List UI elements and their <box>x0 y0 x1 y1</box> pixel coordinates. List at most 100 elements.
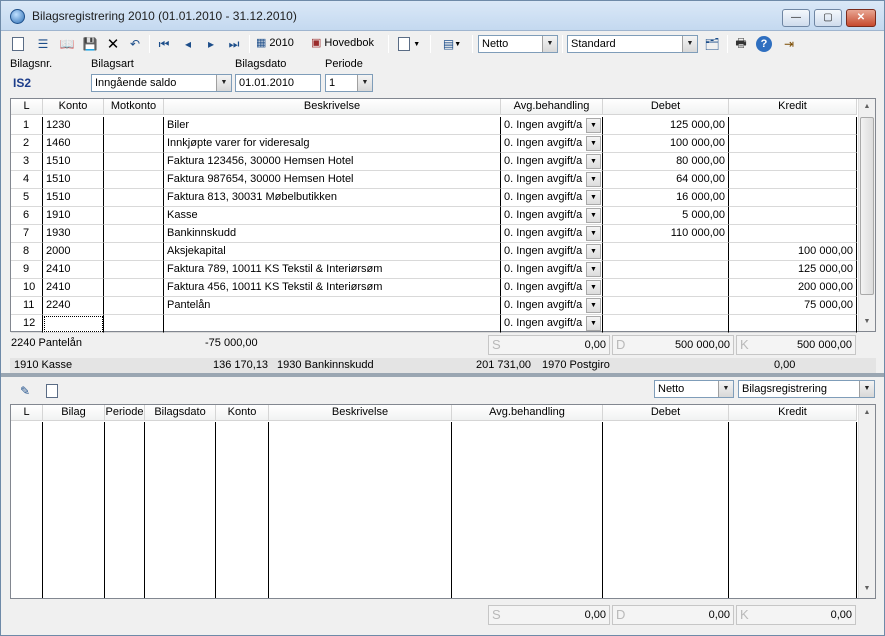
entry-cell-beskrivelse[interactable]: Pantelån <box>164 297 501 315</box>
entry-cell-debet[interactable] <box>603 243 729 261</box>
chevron-down-icon[interactable]: ▼ <box>586 118 601 133</box>
entry-cell-debet[interactable]: 100 000,00 <box>603 135 729 153</box>
entry-cell-konto[interactable]: 2410 <box>43 261 104 279</box>
folder-settings-icon[interactable]: 🗂 <box>702 35 722 53</box>
entry-cell-konto[interactable]: 2410 <box>43 279 104 297</box>
entry-cell-debet[interactable] <box>603 297 729 315</box>
entry-cell-avg[interactable]: 0. Ingen avgift/a ▼ <box>501 261 603 279</box>
entry-cell-motkonto[interactable] <box>104 279 164 297</box>
entry-cell-l[interactable]: 6 <box>11 207 43 225</box>
entry-cell-motkonto[interactable] <box>104 243 164 261</box>
entry-cell-avg[interactable]: 0. Ingen avgift/a ▼ <box>501 117 603 135</box>
layout-select[interactable]: Standard ▼ <box>567 35 698 53</box>
journal-column-header[interactable]: Beskrivelse <box>269 405 452 421</box>
entry-cell-kredit[interactable] <box>729 135 857 153</box>
entry-cell-l[interactable]: 4 <box>11 171 43 189</box>
entry-cell-konto[interactable]: 1510 <box>43 153 104 171</box>
save-icon[interactable]: 💾 <box>81 35 99 53</box>
chevron-down-icon[interactable]: ▼ <box>586 208 601 223</box>
entry-cell-konto[interactable]: 1510 <box>43 171 104 189</box>
entry-cell-motkonto[interactable] <box>104 225 164 243</box>
chevron-down-icon[interactable]: ▼ <box>586 226 601 241</box>
entry-cell-konto[interactable]: 1230 <box>43 117 104 135</box>
entry-cell-konto[interactable]: 1910 <box>43 207 104 225</box>
new-document-icon[interactable] <box>9 35 27 53</box>
entry-cell-debet[interactable]: 110 000,00 <box>603 225 729 243</box>
maximize-button[interactable]: ▢ <box>814 9 842 27</box>
entry-cell-avg[interactable]: 0. Ingen avgift/a ▼ <box>501 279 603 297</box>
entry-cell-konto[interactable]: 1930 <box>43 225 104 243</box>
journal-column-header[interactable]: Konto <box>216 405 269 421</box>
entry-cell-avg[interactable]: 0. Ingen avgift/a ▼ <box>501 243 603 261</box>
entry-cell-motkonto[interactable] <box>104 171 164 189</box>
entry-cell-avg[interactable]: 0. Ingen avgift/a ▼ <box>501 189 603 207</box>
entry-cell-l[interactable]: 9 <box>11 261 43 279</box>
entry-cell-beskrivelse[interactable]: Bankinnskudd <box>164 225 501 243</box>
chevron-down-icon[interactable]: ▼ <box>586 262 601 277</box>
bilagsdato-input[interactable]: 01.01.2010 <box>235 74 321 92</box>
entry-cell-kredit[interactable] <box>729 171 857 189</box>
entry-cell-avg[interactable]: 0. Ingen avgift/a ▼ <box>501 315 603 333</box>
entry-cell-kredit[interactable] <box>729 189 857 207</box>
column-header-avg[interactable]: Avg.behandling <box>501 99 603 115</box>
column-header-debet[interactable]: Debet <box>603 99 729 115</box>
journal-column-header[interactable]: Periode <box>105 405 145 421</box>
copy-document-icon[interactable] <box>43 382 61 400</box>
entry-cell-konto[interactable]: 2240 <box>43 297 104 315</box>
entry-cell-kredit[interactable] <box>729 117 857 135</box>
journal-grid-scrollbar[interactable]: ▲ ▼ <box>858 405 875 598</box>
year-button[interactable]: ▦ 2010 <box>256 36 294 50</box>
last-record-icon[interactable]: ⏭ <box>225 35 243 53</box>
journal-column-header[interactable]: Avg.behandling <box>452 405 603 421</box>
journal-column-header[interactable]: L <box>11 405 43 421</box>
previous-record-icon[interactable]: ◂ <box>179 35 197 53</box>
chevron-down-icon[interactable]: ▼ <box>586 298 601 313</box>
lower-mode-select[interactable]: Bilagsregistrering ▼ <box>738 380 875 398</box>
entry-cell-beskrivelse[interactable]: Faktura 456, 10011 KS Tekstil & Interiør… <box>164 279 501 297</box>
entry-cell-avg[interactable]: 0. Ingen avgift/a ▼ <box>501 297 603 315</box>
entry-cell-beskrivelse[interactable]: Biler <box>164 117 501 135</box>
entry-cell-debet[interactable]: 16 000,00 <box>603 189 729 207</box>
next-record-icon[interactable]: ▸ <box>202 35 220 53</box>
journal-column-header[interactable]: Bilag <box>43 405 105 421</box>
entry-cell-avg[interactable]: 0. Ingen avgift/a ▼ <box>501 135 603 153</box>
edit-note-icon[interactable]: ✎ <box>16 382 34 400</box>
chevron-down-icon[interactable]: ▼ <box>586 244 601 259</box>
delete-icon[interactable]: ✕ <box>104 35 122 53</box>
entry-cell-avg[interactable]: 0. Ingen avgift/a ▼ <box>501 207 603 225</box>
printer-icon[interactable]: 🖶 <box>732 35 750 53</box>
entry-cell-konto[interactable]: 1460 <box>43 135 104 153</box>
journal-grid[interactable]: L Bilag Periode Bilagsdato Konto Beskrivelse A… <box>10 404 876 599</box>
entry-cell-debet[interactable]: 125 000,00 <box>603 117 729 135</box>
entry-cell-konto[interactable]: 1510 <box>43 189 104 207</box>
report-dropdown-icon[interactable]: ▼ <box>394 35 424 53</box>
entry-cell-beskrivelse[interactable]: Faktura 987654, 30000 Hemsen Hotel <box>164 171 501 189</box>
entry-cell-l[interactable]: 12 <box>11 315 43 333</box>
column-header-l[interactable]: L <box>11 99 43 115</box>
entry-cell-motkonto[interactable] <box>104 117 164 135</box>
entry-cell-debet[interactable] <box>603 279 729 297</box>
minimize-button[interactable]: — <box>782 9 810 27</box>
chevron-down-icon[interactable]: ▼ <box>586 136 601 151</box>
undo-icon[interactable]: ↶ <box>126 35 144 53</box>
open-book-icon[interactable]: 📖 <box>57 35 77 53</box>
netto-select[interactable]: Netto ▼ <box>478 35 558 53</box>
entry-cell-beskrivelse[interactable]: Faktura 813, 30031 Møbelbutikken <box>164 189 501 207</box>
entry-cell-motkonto[interactable] <box>104 297 164 315</box>
entry-cell-motkonto[interactable] <box>104 189 164 207</box>
periode-select[interactable]: 1 ▼ <box>325 74 373 92</box>
splitter[interactable] <box>1 373 884 377</box>
journal-column-header[interactable]: Kredit <box>729 405 857 421</box>
entry-cell-l[interactable]: 1 <box>11 117 43 135</box>
column-header-konto[interactable]: Konto <box>43 99 104 115</box>
column-header-motkonto[interactable]: Motkonto <box>104 99 164 115</box>
chevron-down-icon[interactable]: ▼ <box>586 280 601 295</box>
entry-cell-avg[interactable]: 0. Ingen avgift/a ▼ <box>501 153 603 171</box>
help-icon[interactable]: ? <box>756 36 772 52</box>
entry-cell-l[interactable]: 7 <box>11 225 43 243</box>
entry-cell-l[interactable]: 10 <box>11 279 43 297</box>
entry-cell-kredit[interactable] <box>729 225 857 243</box>
entry-cell-kredit[interactable]: 200 000,00 <box>729 279 857 297</box>
entry-cell-l[interactable]: 3 <box>11 153 43 171</box>
entry-cell-motkonto[interactable] <box>104 315 164 333</box>
